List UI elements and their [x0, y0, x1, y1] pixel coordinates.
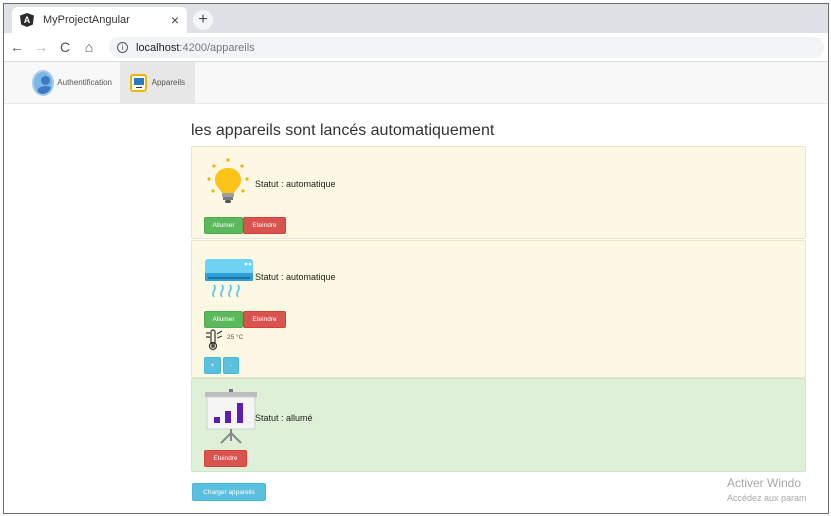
address-bar[interactable]: i localhost:4200/appareils — [109, 37, 824, 58]
tab-title: MyProjectAngular — [43, 14, 130, 26]
eteindre-button[interactable]: Eteindre — [204, 450, 247, 467]
forward-icon[interactable]: → — [30, 39, 52, 55]
nav-item-label: Appareils — [151, 78, 185, 87]
reload-icon[interactable]: C — [54, 39, 76, 55]
air-conditioner-icon — [205, 259, 253, 298]
temp-decrease-button[interactable]: - — [223, 357, 239, 374]
tab-close-icon[interactable]: × — [171, 12, 179, 28]
activation-watermark-subtitle: Accédez aux param — [727, 493, 807, 503]
charger-appareils-button[interactable]: Charger appareils — [192, 483, 266, 501]
device-panel: Statut : allumé Eteindre — [191, 378, 806, 472]
lightbulb-icon — [207, 158, 249, 203]
nav-item-label: Authentification — [57, 78, 112, 87]
browser-tab[interactable]: A MyProjectAngular × — [12, 7, 187, 33]
url-host: localhost — [136, 41, 180, 54]
device-panel: Statut : automatique Allumer Eteindre — [191, 146, 806, 239]
tab-strip: A MyProjectAngular × + — [4, 4, 828, 33]
page-title: les appareils sont lancés automatiquemen… — [191, 122, 495, 139]
temperature-value: 25 °C — [227, 334, 244, 341]
angular-favicon-icon: A — [20, 13, 34, 27]
url-path: :4200/appareils — [179, 41, 255, 54]
avatar-icon — [32, 69, 55, 96]
monitor-icon — [130, 73, 147, 92]
presentation-board-icon — [205, 389, 257, 444]
back-icon[interactable]: ← — [6, 39, 28, 55]
temp-increase-button[interactable]: + — [204, 357, 221, 374]
device-status: Statut : automatique — [255, 179, 336, 189]
site-info-icon[interactable]: i — [117, 42, 128, 53]
device-status: Statut : allumé — [255, 413, 313, 423]
allumer-button[interactable]: Allumer — [204, 311, 243, 328]
nav-item-authentification[interactable]: Authentification — [22, 62, 122, 103]
activation-watermark-title: Activer Windo — [727, 476, 802, 490]
eteindre-button[interactable]: Eteindre — [243, 311, 286, 328]
app-navbar: Authentification Appareils — [4, 62, 828, 104]
device-status: Statut : automatique — [255, 272, 336, 282]
device-panel: Statut : automatique Allumer Eteindre 25… — [191, 240, 806, 378]
browser-toolbar: ← → C ⌂ i localhost:4200/appareils — [4, 33, 828, 62]
home-icon[interactable]: ⌂ — [78, 39, 100, 55]
nav-item-appareils[interactable]: Appareils — [120, 62, 195, 103]
eteindre-button[interactable]: Eteindre — [243, 217, 286, 234]
new-tab-button[interactable]: + — [193, 10, 213, 30]
thermometer-icon — [206, 329, 223, 351]
allumer-button[interactable]: Allumer — [204, 217, 243, 234]
browser-window: A MyProjectAngular × + ← → C ⌂ i localho… — [3, 3, 829, 514]
